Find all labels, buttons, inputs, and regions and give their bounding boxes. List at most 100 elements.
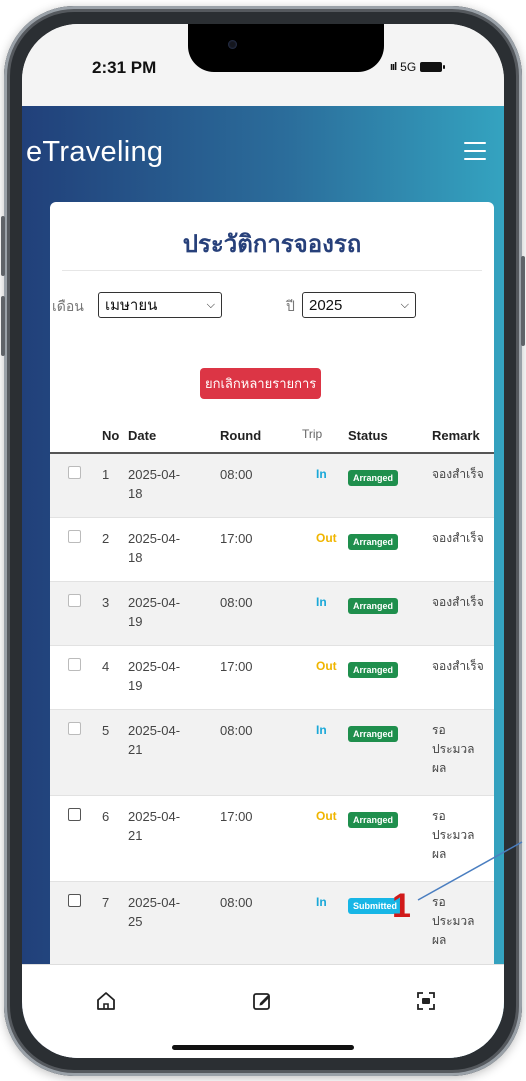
row-status: Arranged bbox=[348, 595, 399, 614]
row-no: 6 bbox=[102, 809, 110, 824]
row-trip: In bbox=[316, 895, 327, 909]
header-round: Round bbox=[220, 428, 262, 443]
row-checkbox[interactable] bbox=[68, 530, 81, 543]
row-date: 2025-04-19 bbox=[128, 659, 181, 693]
status-bar: 2:31 PM ııl 5G bbox=[22, 24, 504, 106]
row-remark: รอประมวลผล bbox=[432, 895, 475, 947]
month-select-value: เมษายน bbox=[105, 297, 158, 314]
chevron-down-icon: ⌵ bbox=[400, 298, 409, 311]
phone-side-button bbox=[521, 256, 525, 346]
phone-side-button bbox=[1, 296, 5, 356]
row-checkbox[interactable] bbox=[68, 658, 81, 671]
row-remark: รอประมวลผล bbox=[432, 809, 475, 861]
row-trip: In bbox=[316, 723, 327, 737]
row-date: 2025-04-21 bbox=[128, 723, 181, 757]
table-row[interactable]: 1 2025-04-18 08:00 In Arranged จองสำเร็จ bbox=[50, 454, 494, 518]
table-row[interactable]: 4 2025-04-19 17:00 Out Arranged จองสำเร็… bbox=[50, 646, 494, 710]
status-time: 2:31 PM bbox=[92, 58, 157, 77]
table-row[interactable]: 6 2025-04-21 17:00 Out Arranged รอประมวล… bbox=[50, 796, 494, 882]
row-no: 7 bbox=[102, 895, 110, 910]
row-no: 1 bbox=[102, 467, 110, 482]
status-badge: Arranged bbox=[348, 470, 399, 486]
row-status: Arranged bbox=[348, 467, 399, 486]
year-select[interactable]: 2025 ⌵ bbox=[302, 292, 416, 318]
row-status: Arranged bbox=[348, 723, 399, 742]
row-remark: รอประมวลผล bbox=[432, 723, 475, 775]
bottom-nav bbox=[22, 964, 504, 1058]
row-checkbox[interactable] bbox=[68, 808, 81, 821]
row-no: 4 bbox=[102, 659, 110, 674]
month-label: เดือน bbox=[52, 298, 84, 314]
chevron-down-icon: ⌵ bbox=[206, 298, 215, 311]
row-checkbox[interactable] bbox=[68, 466, 81, 479]
year-label: ปี bbox=[286, 298, 295, 314]
row-date: 2025-04-18 bbox=[128, 467, 181, 501]
hamburger-menu-icon[interactable] bbox=[464, 142, 486, 160]
cancel-multiple-button[interactable]: ยกเลิกหลายรายการ bbox=[200, 368, 322, 399]
row-remark: จองสำเร็จ bbox=[432, 659, 484, 673]
status-badge: Arranged bbox=[348, 662, 399, 678]
row-checkbox[interactable] bbox=[68, 594, 81, 607]
divider bbox=[62, 270, 482, 271]
row-remark: จองสำเร็จ bbox=[432, 595, 484, 609]
camera-icon bbox=[228, 40, 237, 49]
booking-table: No Date Round Trip Status Remark 1 2025-… bbox=[50, 416, 494, 1012]
row-no: 3 bbox=[102, 595, 110, 610]
row-trip: In bbox=[316, 467, 327, 481]
row-date: 2025-04-25 bbox=[128, 895, 181, 929]
row-no: 2 bbox=[102, 531, 110, 546]
header-remark: Remark bbox=[432, 428, 480, 443]
year-select-value: 2025 bbox=[309, 296, 343, 314]
signal-icon: ııl bbox=[390, 61, 397, 73]
phone-side-button bbox=[1, 216, 5, 276]
row-round: 08:00 bbox=[220, 723, 253, 738]
row-remark: จองสำเร็จ bbox=[432, 467, 484, 481]
filters: เดือน เมษายน ⌵ ปี 2025 ⌵ bbox=[50, 292, 494, 318]
phone-frame: 2:31 PM ııl 5G eTraveling ประวัติการจองร… bbox=[1, 6, 525, 1076]
status-badge: Arranged bbox=[348, 812, 399, 828]
phone-screen: 2:31 PM ııl 5G eTraveling ประวัติการจองร… bbox=[22, 24, 504, 1058]
row-round: 17:00 bbox=[220, 659, 253, 674]
row-trip: Out bbox=[316, 809, 337, 823]
row-checkbox[interactable] bbox=[68, 722, 81, 735]
month-select[interactable]: เมษายน ⌵ bbox=[98, 292, 222, 318]
annotation-number: 1 bbox=[392, 887, 411, 925]
edit-icon[interactable] bbox=[250, 989, 274, 1013]
header-no: No bbox=[102, 428, 120, 443]
row-remark: จองสำเร็จ bbox=[432, 531, 484, 545]
table-row[interactable]: 3 2025-04-19 08:00 In Arranged จองสำเร็จ bbox=[50, 582, 494, 646]
row-round: 17:00 bbox=[220, 809, 253, 824]
status-badge: Arranged bbox=[348, 726, 399, 742]
header-status: Status bbox=[348, 428, 388, 443]
page-title: ประวัติการจองรถ bbox=[182, 231, 362, 258]
booking-history-card: ประวัติการจองรถ เดือน เมษายน ⌵ ปี 2025 ⌵… bbox=[50, 202, 494, 1058]
table-row[interactable]: 7 2025-04-25 08:00 In Submitted รอประมวล… bbox=[50, 882, 494, 972]
row-status: Arranged bbox=[348, 809, 399, 828]
header-date: Date bbox=[128, 428, 157, 443]
row-trip: Out bbox=[316, 659, 337, 673]
row-checkbox[interactable] bbox=[68, 894, 81, 907]
row-date: 2025-04-21 bbox=[128, 809, 181, 843]
row-trip: Out bbox=[316, 531, 337, 545]
row-round: 08:00 bbox=[220, 895, 253, 910]
table-row[interactable]: 5 2025-04-21 08:00 In Arranged รอประมวลผ… bbox=[50, 710, 494, 796]
home-icon[interactable] bbox=[94, 989, 118, 1013]
notch bbox=[188, 24, 384, 72]
status-indicators: ııl 5G bbox=[390, 60, 446, 74]
row-status: Arranged bbox=[348, 659, 399, 678]
scan-icon[interactable] bbox=[414, 989, 438, 1013]
row-date: 2025-04-19 bbox=[128, 595, 181, 629]
row-round: 17:00 bbox=[220, 531, 253, 546]
battery-icon bbox=[420, 62, 446, 72]
status-badge: Arranged bbox=[348, 598, 399, 614]
app-brand[interactable]: eTraveling bbox=[26, 136, 163, 169]
row-trip: In bbox=[316, 595, 327, 609]
row-no: 5 bbox=[102, 723, 110, 738]
table-row[interactable]: 2 2025-04-18 17:00 Out Arranged จองสำเร็… bbox=[50, 518, 494, 582]
row-status: Arranged bbox=[348, 531, 399, 550]
status-badge: Arranged bbox=[348, 534, 399, 550]
row-round: 08:00 bbox=[220, 595, 253, 610]
home-indicator bbox=[172, 1045, 354, 1050]
row-round: 08:00 bbox=[220, 467, 253, 482]
table-header: No Date Round Trip Status Remark bbox=[50, 416, 494, 454]
